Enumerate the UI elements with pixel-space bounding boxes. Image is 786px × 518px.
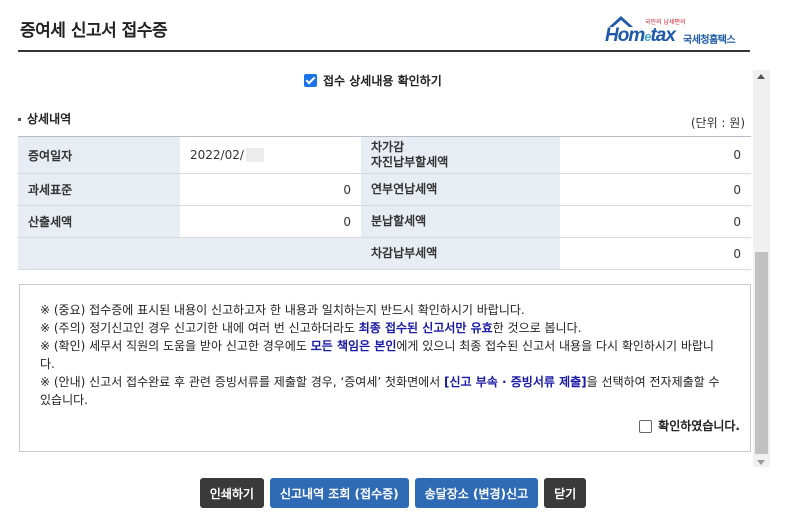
scroll-down-arrow-icon[interactable]: [757, 460, 765, 465]
table-row: 증여일자 2022/02/ 차가감 자진납부할세액 0: [18, 136, 751, 174]
notice-line-important: ※ (중요) 접수증에 표시된 내용이 신고하고자 한 내용과 일치하는지 반드…: [40, 303, 525, 317]
table-row: 차감납부세액 0: [18, 237, 751, 270]
label-calculated-tax: 산출세액: [18, 205, 180, 238]
value-installment-tax: 0: [560, 173, 751, 206]
logo-subtitle: 국세청홈택스: [683, 35, 736, 46]
vertical-scrollbar[interactable]: [753, 70, 770, 467]
logo-brand: Hometax: [605, 25, 676, 46]
acknowledge-label: 확인하였습니다.: [658, 419, 740, 433]
value-calculated-tax: 0: [180, 205, 361, 238]
detail-table: 증여일자 2022/02/ 차가감 자진납부할세액 0 과세표준 0 연부연납세…: [18, 136, 751, 270]
scrollbar-thumb[interactable]: [755, 252, 768, 454]
value-split-payment-tax: 0: [560, 205, 751, 238]
detail-confirm-label: 접수 상세내용 확인하기: [323, 74, 442, 88]
section-title: 상세내역: [18, 110, 71, 127]
change-address-button[interactable]: 송달장소 (변경)신고: [414, 478, 539, 508]
checkbox-checked-icon[interactable]: [304, 74, 317, 87]
unit-label: (단위 : 원): [690, 116, 745, 130]
view-history-button[interactable]: 신고내역 조회 (접수증): [269, 478, 409, 508]
masked-value: [245, 148, 264, 163]
acknowledge-checkbox[interactable]: 확인하였습니다.: [639, 417, 740, 435]
value-empty: [180, 237, 361, 270]
scroll-up-arrow-icon[interactable]: [757, 74, 765, 79]
print-button[interactable]: 인쇄하기: [199, 478, 264, 508]
detail-confirm-checkbox[interactable]: 접수 상세내용 확인하기: [304, 72, 442, 89]
value-net-payable-tax: 0: [560, 237, 751, 270]
table-row: 과세표준 0 연부연납세액 0: [18, 173, 751, 206]
label-split-payment-tax: 분납할세액: [361, 205, 560, 238]
notice-line-check: ※ (확인) 세무서 직원의 도움을 받아 신고한 경우에도 모든 책임은 본인…: [40, 339, 714, 371]
value-gift-date: 2022/02/: [180, 136, 361, 174]
hometax-logo: 국민의 납세편의 Hometax 국세청홈택스: [605, 14, 750, 46]
label-self-pay-tax: 차가감 자진납부할세액: [361, 136, 560, 174]
label-installment-tax: 연부연납세액: [361, 173, 560, 206]
close-button[interactable]: 닫기: [544, 478, 587, 508]
action-buttons: 인쇄하기 신고내역 조회 (접수증) 송달장소 (변경)신고 닫기: [0, 478, 786, 508]
notice-line-caution: ※ (주의) 정기신고인 경우 신고기한 내에 여러 번 신고하더라도 최종 접…: [40, 321, 582, 335]
checkbox-unchecked-icon[interactable]: [639, 419, 653, 433]
page-header: 증여세 신고서 접수증 국민의 납세편의 Hometax 국세청홈택스: [18, 0, 750, 52]
label-net-payable-tax: 차감납부세액: [361, 237, 560, 270]
label-gift-date: 증여일자: [18, 136, 180, 174]
value-tax-base: 0: [180, 173, 361, 206]
table-row: 산출세액 0 분납할세액 0: [18, 205, 751, 238]
label-tax-base: 과세표준: [18, 173, 180, 206]
value-self-pay-tax: 0: [560, 136, 751, 174]
label-empty: [18, 237, 180, 270]
content-scroll-area[interactable]: 접수 상세내용 확인하기 상세내역 (단위 : 원) 증여일자 2022/02/…: [18, 62, 770, 467]
section-header: 상세내역 (단위 : 원): [18, 108, 751, 130]
page-title: 증여세 신고서 접수증: [20, 21, 168, 41]
notice-box: ※ (중요) 접수증에 표시된 내용이 신고하고자 한 내용과 일치하는지 반드…: [19, 284, 751, 452]
notice-line-guide: ※ (안내) 신고서 접수완료 후 관련 증빙서류를 제출할 경우, ‘증여세’…: [40, 375, 720, 407]
